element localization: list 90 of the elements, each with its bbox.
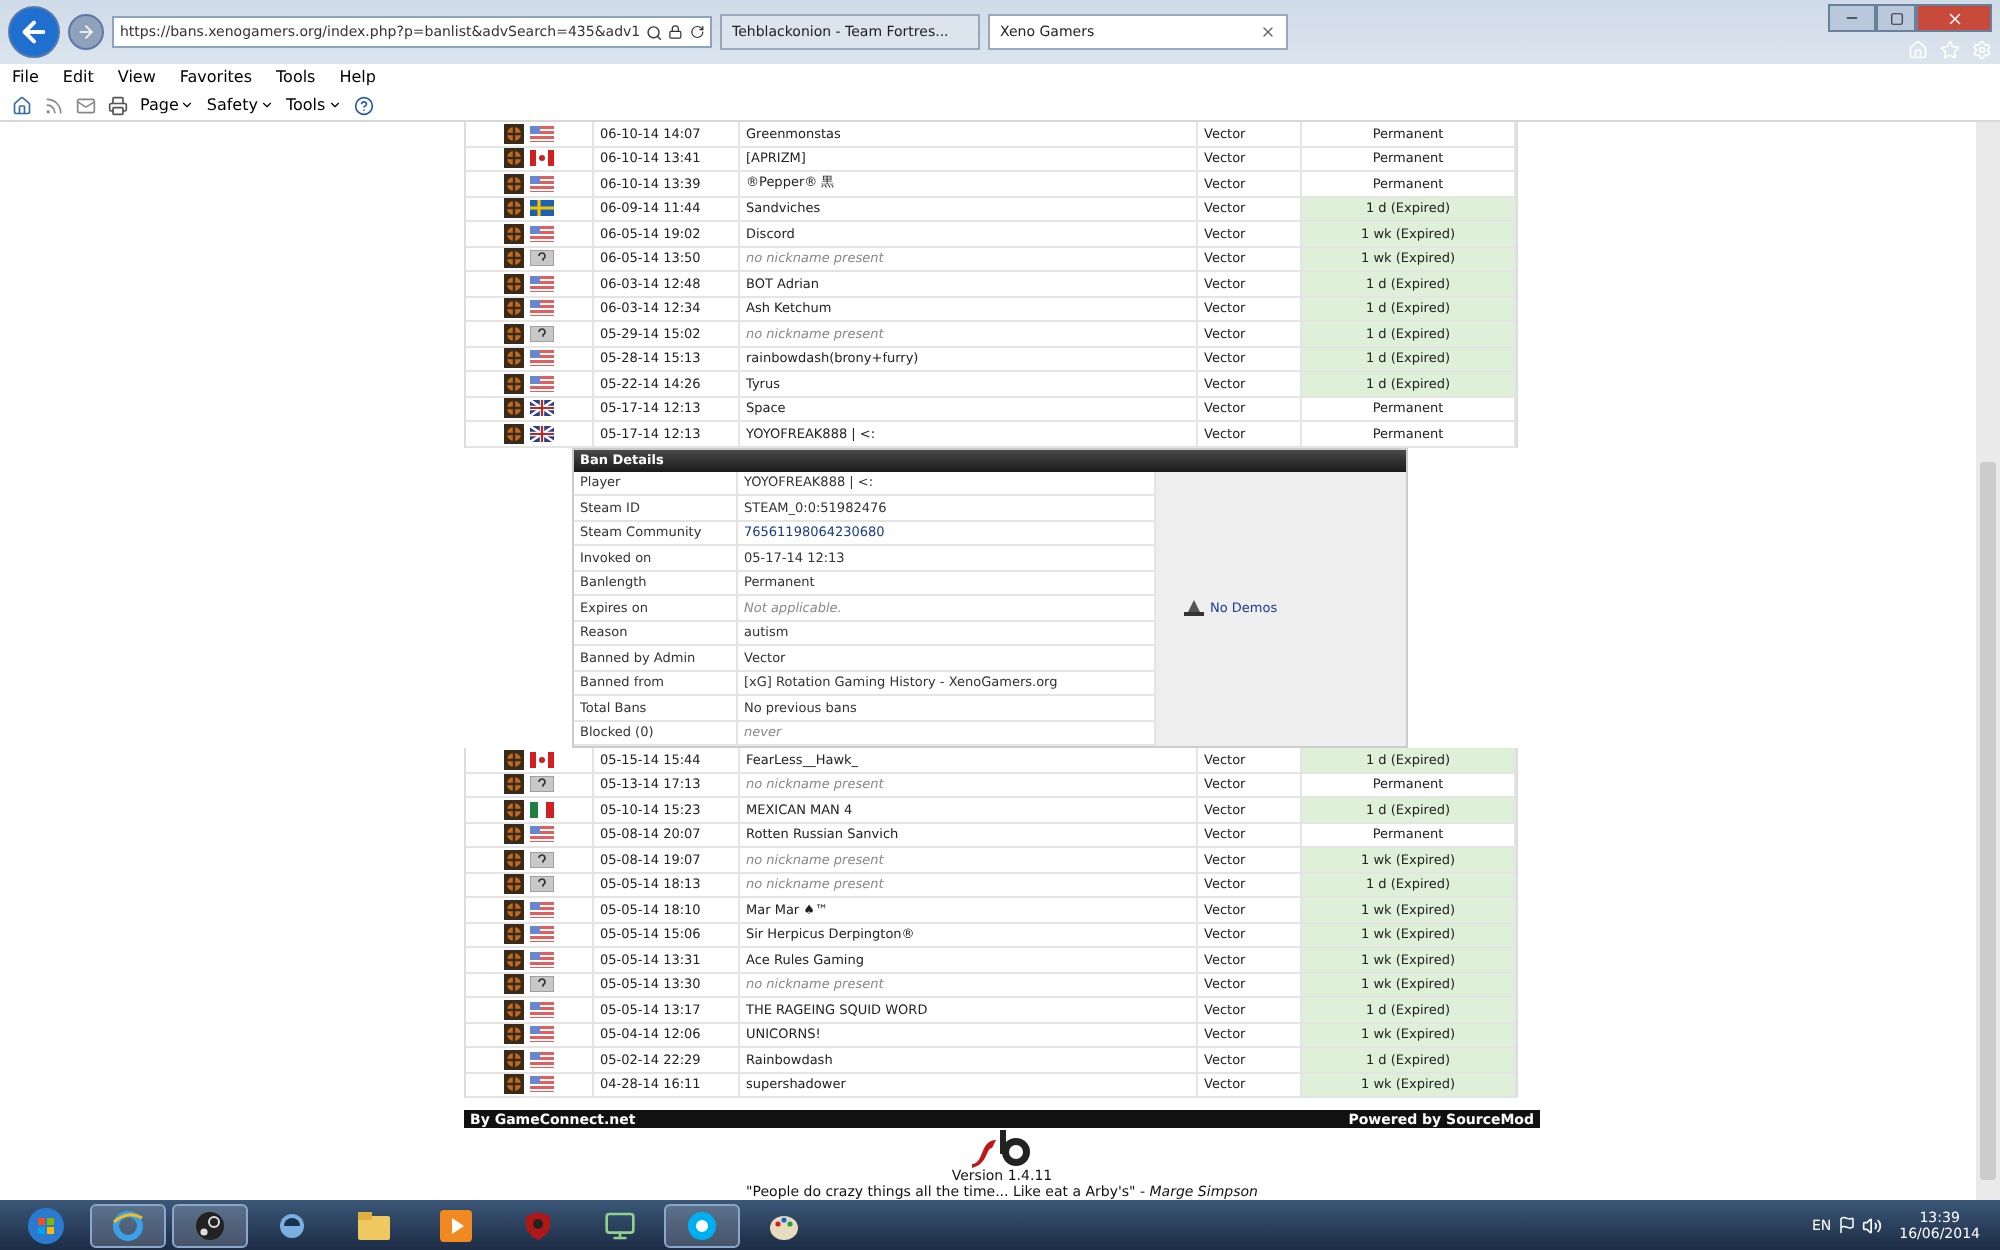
game-icon: [504, 874, 524, 895]
menu-item[interactable]: View: [117, 68, 156, 86]
game-icon: [504, 348, 524, 369]
game-icon: [504, 999, 524, 1020]
game-icon: [504, 974, 524, 995]
menu-item[interactable]: File: [12, 68, 39, 86]
demo-icon: [1184, 600, 1204, 617]
menu-item[interactable]: Help: [339, 68, 376, 86]
print-icon[interactable]: [108, 95, 128, 115]
skype-taskbar-icon[interactable]: [664, 1203, 740, 1247]
command-menu[interactable]: Tools: [285, 96, 342, 114]
flag-icon: [530, 425, 554, 442]
menu-item[interactable]: Edit: [62, 68, 94, 86]
game-icon: [504, 123, 524, 144]
windows-logo-icon: [28, 1207, 64, 1243]
command-menu[interactable]: Page: [140, 96, 195, 114]
game-icon: [504, 273, 524, 294]
help-icon[interactable]: [353, 95, 374, 115]
refresh-icon[interactable]: [689, 24, 704, 40]
flag-icon: [530, 876, 554, 893]
game-icon: [504, 398, 524, 419]
mail-icon[interactable]: [76, 95, 96, 115]
game-icon: [504, 248, 524, 269]
flag-icon: [530, 350, 554, 367]
steam-taskbar-icon[interactable]: [172, 1203, 248, 1247]
feed-icon[interactable]: [44, 95, 64, 115]
flag-icon: [530, 801, 554, 818]
flag-icon: [530, 225, 554, 242]
game-icon: [504, 849, 524, 870]
game-icon: [504, 148, 524, 169]
flag-icon: [530, 325, 554, 342]
caret-icon: [327, 98, 342, 112]
caret-icon: [180, 98, 195, 112]
command-menu[interactable]: Safety: [206, 96, 274, 114]
maximize-icon: [1889, 11, 1903, 25]
game-icon: [504, 423, 524, 444]
forward-arrow-icon: [76, 22, 96, 42]
flag-icon: [530, 175, 554, 192]
menu-item[interactable]: Tools: [276, 68, 316, 86]
flag-icon: [530, 275, 554, 292]
home-icon[interactable]: [12, 95, 32, 115]
back-button[interactable]: [8, 6, 60, 58]
search-icon[interactable]: [646, 23, 663, 41]
game-icon: [504, 1024, 524, 1045]
game-icon: [504, 899, 524, 920]
game-icon: [504, 1074, 524, 1095]
close-icon: [1945, 9, 1963, 27]
flag-icon: [530, 1076, 554, 1093]
game-icon: [504, 774, 524, 795]
flag-icon: [530, 951, 554, 968]
game-icon: [504, 298, 524, 319]
flag-icon: [530, 751, 554, 768]
game-icon: [504, 373, 524, 394]
flag-icon: [530, 901, 554, 918]
game-icon: [504, 799, 524, 820]
flag-icon: [530, 1026, 554, 1043]
game-icon: [504, 749, 524, 770]
game-icon: [504, 949, 524, 970]
menu-item[interactable]: Favorites: [179, 68, 253, 86]
game-icon: [504, 924, 524, 945]
volume-icon[interactable]: [1861, 1215, 1882, 1235]
close-icon[interactable]: [1260, 24, 1276, 40]
game-icon: [504, 198, 524, 219]
flag-icon: [530, 150, 554, 167]
flag-icon[interactable]: [1837, 1216, 1856, 1234]
flag-icon: [530, 1001, 554, 1018]
lock-icon: [668, 24, 684, 40]
forward-button[interactable]: [68, 14, 104, 50]
flag-icon: [530, 125, 554, 142]
flag-icon: [530, 851, 554, 868]
flag-icon: [530, 926, 554, 943]
logo-icon: [968, 1128, 1036, 1168]
flag-icon: [530, 776, 554, 793]
flag-icon: [530, 375, 554, 392]
flag-icon: [530, 300, 554, 317]
game-icon: [504, 223, 524, 244]
game-icon: [504, 173, 524, 194]
browser-taskbar-icon[interactable]: [90, 1203, 166, 1247]
flag-icon: [530, 976, 554, 993]
game-icon: [504, 323, 524, 344]
flag-icon: [530, 200, 554, 217]
game-icon: [504, 1049, 524, 1070]
flag-icon: [530, 400, 554, 417]
caret-icon: [259, 98, 274, 112]
scrollbar[interactable]: [1976, 122, 2000, 1200]
flag-icon: [530, 826, 554, 843]
game-icon: [504, 824, 524, 845]
maximize-button[interactable]: [1876, 4, 1916, 32]
flag-icon: [530, 1051, 554, 1068]
flag-icon: [530, 250, 554, 267]
